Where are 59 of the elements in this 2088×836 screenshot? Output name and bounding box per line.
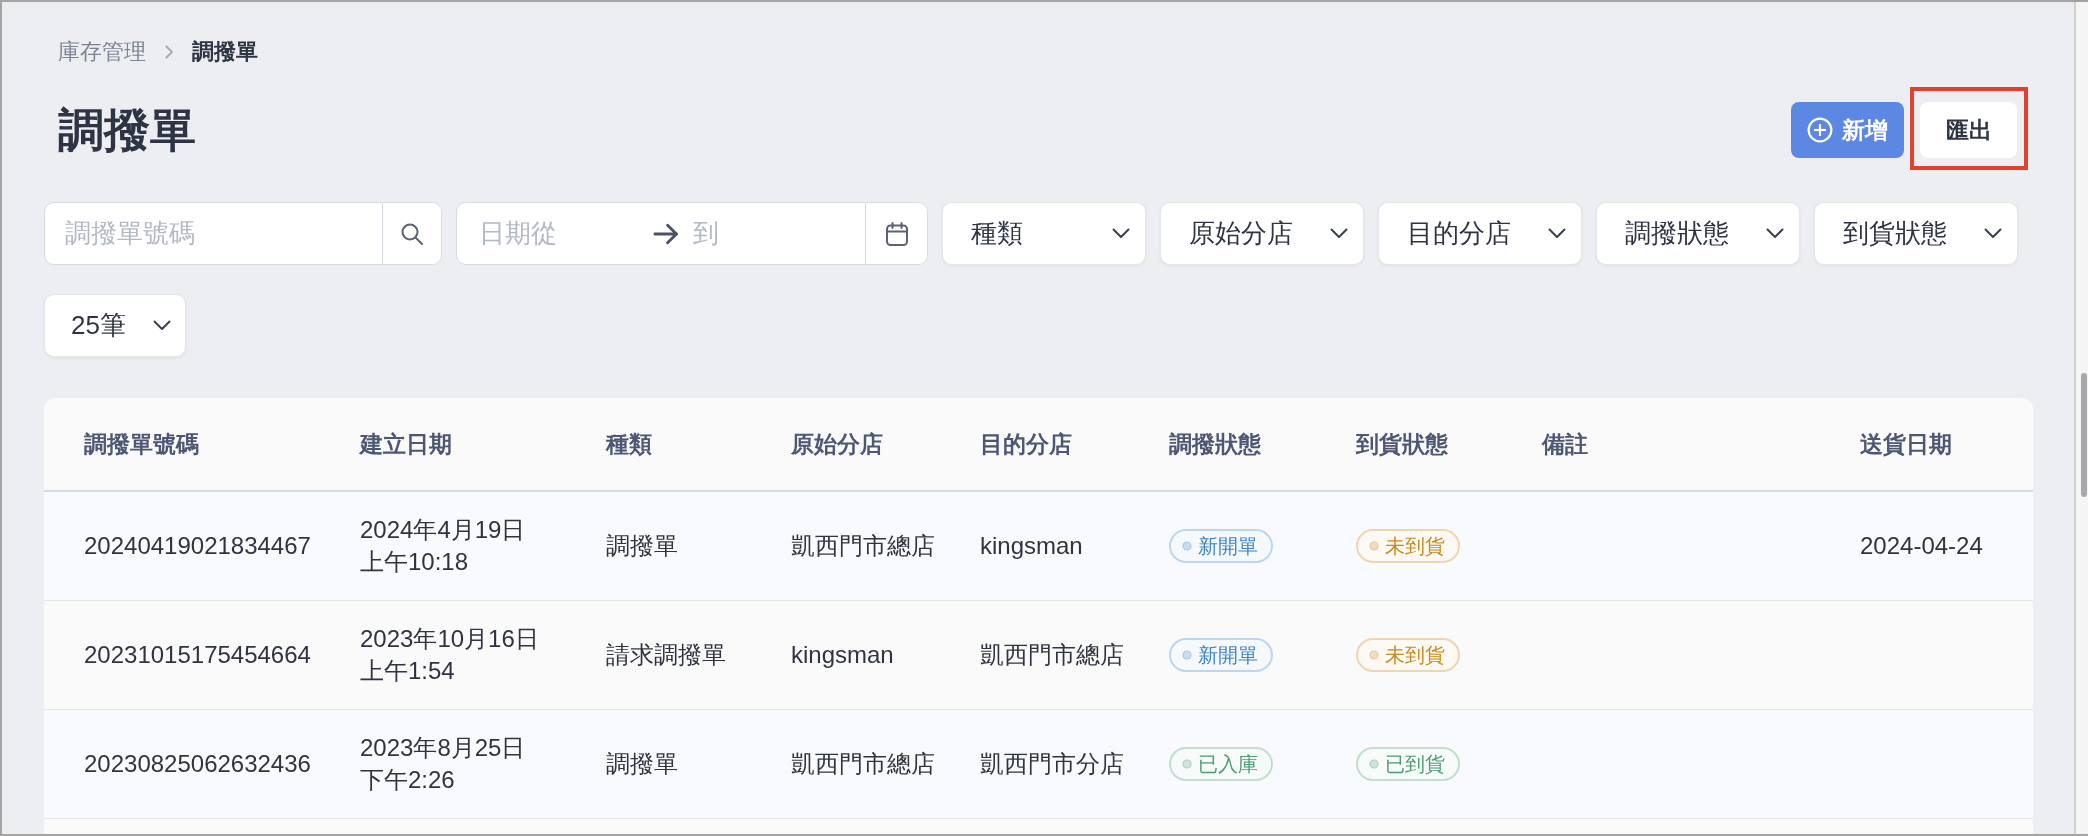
status-label: 已到貨 <box>1385 752 1445 776</box>
chevron-down-icon <box>153 320 171 331</box>
status-label: 新開單 <box>1198 534 1258 558</box>
chevron-down-icon <box>1984 228 2002 239</box>
status-label: 已入庫 <box>1198 752 1258 776</box>
search-field[interactable]: 調撥單號碼 <box>44 202 442 265</box>
breadcrumb-current: 調撥單 <box>192 38 258 66</box>
page-title: 調撥單 <box>58 103 196 158</box>
date-from-input[interactable]: 日期從 <box>457 203 643 264</box>
table-cell: 凱西門市總店 <box>791 491 980 601</box>
table-cell: 20230825062632436 <box>44 709 360 819</box>
created-time-text: 上午1:54 <box>360 656 455 686</box>
calendar-button[interactable] <box>865 203 927 264</box>
chevron-down-icon <box>1330 228 1348 239</box>
status-dot-icon <box>1369 650 1379 660</box>
status-dot-icon <box>1182 759 1192 769</box>
search-button[interactable] <box>382 203 441 264</box>
table-cell: 請求調撥單 <box>606 600 791 710</box>
table-cell: 凱西門市分店 <box>980 709 1169 819</box>
table-cell: 凱西門市總店 <box>980 600 1169 710</box>
chevron-down-icon <box>1548 228 1566 239</box>
status-label: 新開單 <box>1198 643 1258 667</box>
table-cell: 2024-04-24 <box>1860 491 2033 601</box>
arrow-right-icon <box>653 222 680 245</box>
table-cell: kingsman <box>980 491 1169 601</box>
status-dot-icon <box>1182 650 1192 660</box>
search-icon <box>400 221 424 246</box>
date-to-input[interactable]: 到 <box>680 203 865 264</box>
status-label: 未到貨 <box>1385 643 1445 667</box>
status-dot-icon <box>1369 541 1379 551</box>
created-time-text: 下午2:26 <box>360 765 455 795</box>
search-input[interactable]: 調撥單號碼 <box>45 203 382 264</box>
filter-dropdown[interactable]: 到貨狀態 <box>1814 202 2018 265</box>
table-cell: 調撥單 <box>606 709 791 819</box>
status-label: 未到貨 <box>1385 534 1445 558</box>
table-cell: kingsman <box>791 600 980 710</box>
created-date-text: 2023年10月16日 <box>360 624 539 654</box>
filter-dropdown[interactable]: 目的分店 <box>1378 202 1582 265</box>
filter-dropdown[interactable]: 原始分店 <box>1160 202 1364 265</box>
table-cell: 調撥單 <box>606 491 791 601</box>
created-time-text: 上午10:18 <box>360 547 469 577</box>
filter-dropdown[interactable]: 種類 <box>942 202 1146 265</box>
table-cell: 凱西門市總店 <box>791 709 980 819</box>
date-range-field[interactable]: 日期從 到 <box>456 202 928 265</box>
filter-dropdown[interactable]: 調撥狀態 <box>1596 202 1800 265</box>
page-size-dropdown[interactable]: 25筆 <box>44 294 186 357</box>
status-dot-icon <box>1369 759 1379 769</box>
chevron-down-icon <box>1766 228 1784 239</box>
plus-circle-icon <box>1807 117 1833 143</box>
table-cell: 20240419021834467 <box>44 491 360 601</box>
status-dot-icon <box>1182 541 1192 551</box>
created-date-text: 2023年8月25日 <box>360 733 526 763</box>
created-date-text: 2024年4月19日 <box>360 515 526 545</box>
scrollbar-thumb[interactable] <box>2081 373 2087 497</box>
chevron-down-icon <box>1112 228 1130 239</box>
calendar-icon <box>884 221 909 246</box>
export-button[interactable]: 匯出 <box>1920 102 2017 158</box>
chevron-right-icon <box>164 44 174 60</box>
table-cell: 20231015175454664 <box>44 600 360 710</box>
